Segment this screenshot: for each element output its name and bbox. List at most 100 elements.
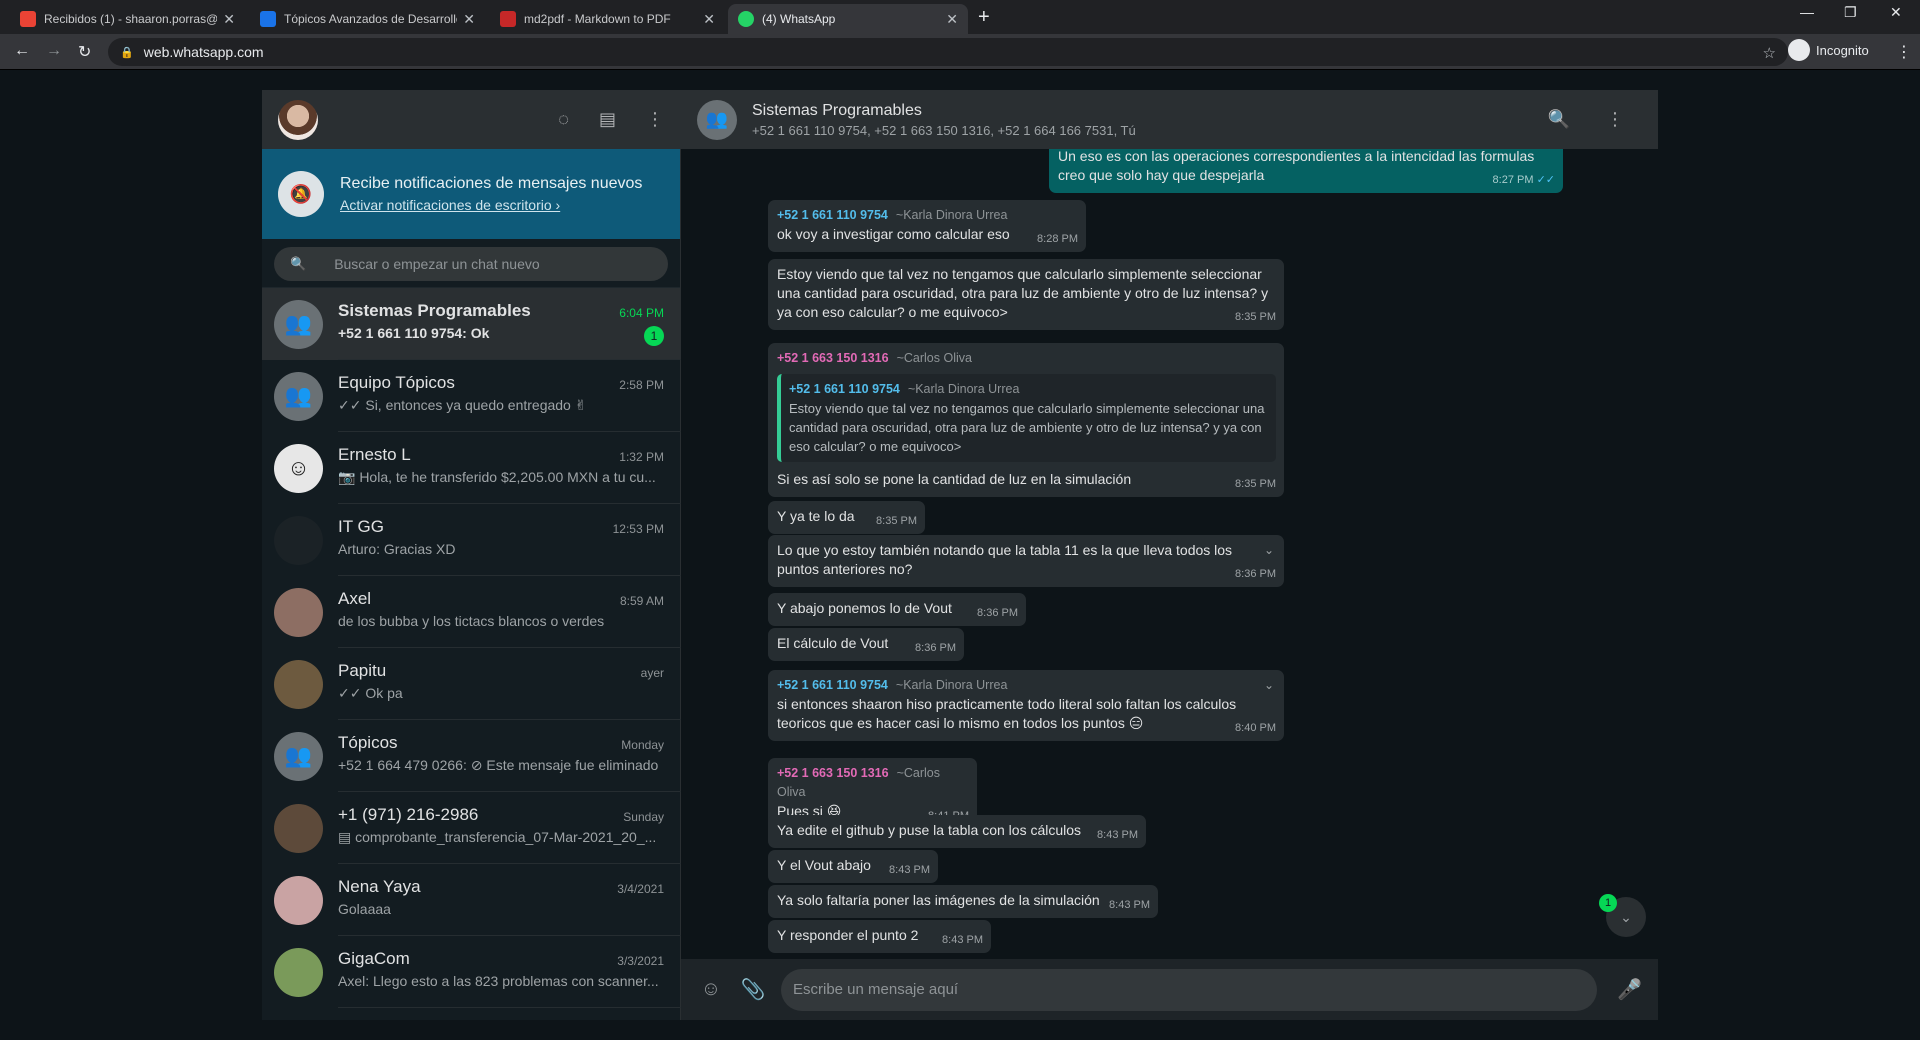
- chevron-down-icon: ⌄: [1620, 908, 1632, 925]
- window-close-icon[interactable]: ✕: [1890, 4, 1902, 21]
- gmail-icon: [20, 11, 36, 27]
- search-icon[interactable]: 🔍: [1548, 109, 1570, 130]
- message-bubble-outgoing[interactable]: Un eso es con las operaciones correspond…: [1049, 149, 1563, 193]
- close-tab-icon[interactable]: ✕: [703, 11, 715, 28]
- browser-tab-classroom[interactable]: Tópicos Avanzados de Desarrollo ✕: [250, 4, 485, 34]
- chat-item[interactable]: GigaCom Axel: Llego esto a las 823 probl…: [262, 936, 682, 1008]
- message-bubble-incoming[interactable]: Y abajo ponemos lo de Vout 8:36 PM: [768, 593, 1026, 626]
- message-bubble-incoming[interactable]: Y ya te lo da 8:35 PM: [768, 501, 925, 534]
- chat-time: Monday: [621, 738, 664, 752]
- sidebar-header: ◌ ▤ ⋮: [262, 90, 680, 149]
- quoted-text: cantidad para oscuridad, otra para luz d…: [789, 420, 1262, 435]
- message-bubble-incoming[interactable]: El cálculo de Vout 8:36 PM: [768, 628, 964, 661]
- message-text: Si es así solo se pone la cantidad de lu…: [777, 471, 1132, 487]
- chat-last-message: Golaaaa: [338, 901, 391, 917]
- new-tab-button[interactable]: +: [978, 6, 990, 29]
- message-bubble-incoming[interactable]: Y responder el punto 2 8:43 PM: [768, 920, 991, 953]
- chat-item[interactable]: Nena Yaya Golaaaa 3/4/2021: [262, 864, 682, 936]
- message-text: si entonces shaaron hiso practicamente t…: [777, 696, 1237, 712]
- quoted-text: eso calcular? o me equivoco>: [789, 439, 962, 454]
- my-avatar[interactable]: [278, 99, 318, 140]
- menu-icon[interactable]: ⋮: [1606, 109, 1624, 130]
- browser-tab-whatsapp[interactable]: (4) WhatsApp ✕: [728, 4, 968, 34]
- message-bubble-incoming[interactable]: +52 1 663 150 1316 ~Carlos Oliva +52 1 66…: [768, 343, 1284, 497]
- emoji-icon[interactable]: ☺: [697, 978, 725, 1001]
- message-input[interactable]: [781, 968, 1598, 1011]
- chat-item[interactable]: 👥 Tópicos +52 1 664 479 0266: ⊘ Este men…: [262, 720, 682, 792]
- chat-item[interactable]: ☺ Ernesto L 📷 Hola, te he transferido $2…: [262, 432, 682, 504]
- chat-item[interactable]: Axel de los bubba y los tictacs blancos …: [262, 576, 682, 648]
- new-chat-icon[interactable]: ▤: [599, 109, 616, 130]
- close-tab-icon[interactable]: ✕: [946, 11, 958, 28]
- message-sender: +52 1 661 110 9754 ~Karla Dinora Urrea: [777, 676, 1276, 695]
- quoted-message[interactable]: +52 1 661 110 9754 ~Karla Dinora Urrea Es…: [777, 374, 1276, 462]
- message-bubble-incoming[interactable]: Ya edite el github y puse la tabla con l…: [768, 815, 1146, 848]
- attach-icon[interactable]: 📎: [739, 977, 767, 1002]
- sender-phone: +52 1 663 150 1316: [777, 351, 889, 365]
- chat-last-message: de los bubba y los tictacs blancos o ver…: [338, 613, 605, 629]
- group-avatar-icon: 👥: [274, 371, 323, 421]
- chat-last-message: +52 1 661 110 9754: Ok: [338, 325, 490, 341]
- reload-icon[interactable]: ↻: [78, 42, 91, 62]
- chat-last-message: Arturo: Gracias XD: [338, 541, 456, 557]
- search-box[interactable]: 🔍 Buscar o empezar un chat nuevo: [274, 247, 668, 281]
- message-time: 8:27 PM ✓✓: [1493, 171, 1555, 190]
- message-bubble-incoming[interactable]: +52 1 661 110 9754 ~Karla Dinora Urrea ok…: [768, 200, 1086, 252]
- message-time: 8:43 PM: [942, 934, 983, 946]
- forward-icon[interactable]: →: [46, 42, 62, 60]
- chat-name: Papitu: [338, 661, 387, 680]
- message-time: 8:43 PM: [889, 864, 930, 876]
- message-bubble-incoming[interactable]: Y el Vout abajo 8:43 PM: [768, 850, 938, 883]
- classroom-icon: [260, 11, 276, 27]
- bookmark-star-icon[interactable]: ☆: [1763, 44, 1776, 62]
- browser-tab-md2pdf[interactable]: md2pdf - Markdown to PDF ✕: [490, 4, 725, 34]
- chat-item[interactable]: 👥 Equipo Tópicos ✓✓ Si, entonces ya qued…: [262, 360, 682, 432]
- incognito-label: Incognito: [1816, 42, 1869, 58]
- whatsapp-app: ◌ ▤ ⋮ 🔕 Recibe notificaciones de mensaje…: [262, 90, 1658, 1020]
- chat-time: 12:53 PM: [612, 522, 664, 536]
- unread-badge: 1: [644, 326, 664, 346]
- quoted-sender: +52 1 661 110 9754 ~Karla Dinora Urrea: [789, 380, 1268, 399]
- chat-last-message: ✓✓ Ok pa: [338, 685, 403, 701]
- message-bubble-incoming[interactable]: ⌄ +52 1 661 110 9754 ~Karla Dinora Urrea …: [768, 670, 1284, 741]
- message-bubble-incoming[interactable]: Estoy viendo que tal vez no tengamos que…: [768, 259, 1284, 330]
- message-bubble-incoming[interactable]: ⌄ Lo que yo estoy también notando que la…: [768, 535, 1284, 587]
- chat-item[interactable]: Papitu ✓✓ Ok pa ayer: [262, 648, 682, 720]
- chat-time: 6:04 PM: [619, 306, 664, 320]
- menu-icon[interactable]: ⋮: [646, 109, 664, 130]
- maximize-icon[interactable]: ❐: [1844, 4, 1857, 21]
- message-time: 8:43 PM: [1109, 899, 1150, 911]
- whatsapp-icon: [738, 11, 754, 27]
- message-bubble-incoming[interactable]: Ya solo faltaría poner las imágenes de l…: [768, 885, 1158, 918]
- browser-tab-gmail[interactable]: Recibidos (1) - shaaron.porras@ ✕: [10, 4, 245, 34]
- chevron-down-icon[interactable]: ⌄: [1264, 541, 1274, 560]
- message-text: ya con eso calcular? o me equivoco>: [777, 304, 1008, 320]
- contact-avatar: [274, 515, 323, 565]
- status-icon[interactable]: ◌: [558, 109, 569, 130]
- incognito-indicator[interactable]: Incognito: [1788, 39, 1869, 61]
- minimize-icon[interactable]: —: [1800, 4, 1814, 20]
- read-ticks-icon: ✓✓: [1536, 174, 1555, 186]
- message-time: 8:35 PM: [1235, 478, 1276, 490]
- chevron-down-icon[interactable]: ⌄: [1264, 676, 1274, 695]
- close-tab-icon[interactable]: ✕: [463, 11, 475, 28]
- close-tab-icon[interactable]: ✕: [223, 11, 235, 28]
- incognito-icon: [1788, 39, 1810, 61]
- message-sender: +52 1 663 150 1316 ~Carlos Oliva: [777, 764, 969, 802]
- chat-item[interactable]: 👥 Sistemas Programables +52 1 661 110 97…: [262, 288, 682, 360]
- url-field[interactable]: 🔒 web.whatsapp.com ☆: [108, 38, 1788, 66]
- chat-item[interactable]: IT GG Arturo: Gracias XD 12:53 PM: [262, 504, 682, 576]
- message-time: 8:35 PM: [1235, 311, 1276, 323]
- tab-title: Tópicos Avanzados de Desarrollo: [284, 12, 458, 26]
- enable-notifications-link[interactable]: Activar notificaciones de escritorio ›: [340, 197, 642, 213]
- chat-list: 👥 Sistemas Programables +52 1 661 110 97…: [262, 288, 682, 1008]
- chat-item[interactable]: +1 (971) 216-2986 ▤ comprobante_transfer…: [262, 792, 682, 864]
- conversation-header[interactable]: 👥 Sistemas Programables +52 1 661 110 97…: [681, 90, 1658, 149]
- microphone-icon[interactable]: 🎤: [1617, 977, 1642, 1002]
- search-icon: 🔍: [290, 256, 307, 271]
- browser-menu-icon[interactable]: ⋮: [1896, 42, 1912, 62]
- back-icon[interactable]: ←: [14, 42, 30, 60]
- bell-off-icon: 🔕: [278, 171, 324, 217]
- message-time: 8:36 PM: [915, 642, 956, 654]
- tab-title: Recibidos (1) - shaaron.porras@: [44, 12, 218, 26]
